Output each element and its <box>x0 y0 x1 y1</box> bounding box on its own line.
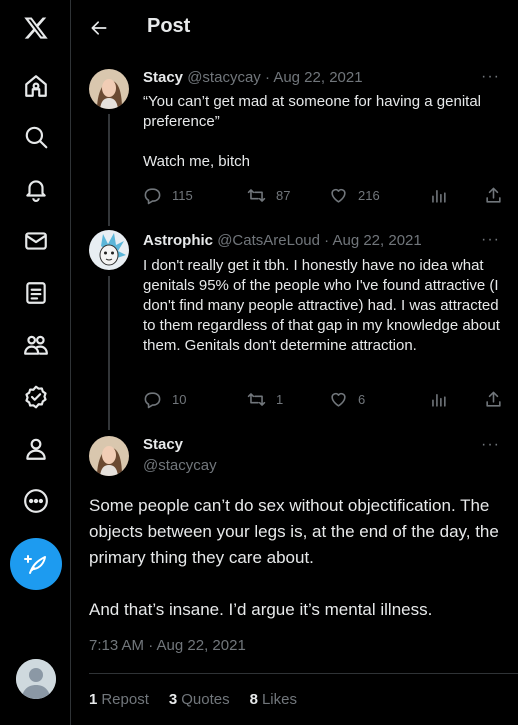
more-options-icon[interactable]: ··· <box>481 68 500 86</box>
heart-icon <box>331 392 346 407</box>
share-button[interactable] <box>484 186 513 205</box>
quotes-stat[interactable]: 3 Quotes <box>169 691 230 708</box>
author-name[interactable]: Astrophic <box>143 232 213 249</box>
author-handle[interactable]: @CatsAreLoud <box>217 232 320 249</box>
avatar[interactable] <box>89 230 129 270</box>
verified-icon[interactable] <box>16 377 56 417</box>
analytics-icon <box>432 189 446 203</box>
repost-button[interactable]: 87 <box>247 186 290 205</box>
analytics-icon <box>432 393 446 407</box>
repost-button[interactable]: 1 <box>247 390 283 409</box>
feather-plus-icon <box>24 555 46 574</box>
share-icon <box>486 391 501 407</box>
avatar[interactable] <box>89 436 129 476</box>
home-icon[interactable] <box>16 66 56 106</box>
reply-icon <box>144 188 161 205</box>
heart-icon <box>331 188 346 203</box>
more-icon[interactable] <box>16 481 56 521</box>
tweet-text: “You can’t get mad at someone for having… <box>143 93 481 170</box>
thread-line <box>108 276 110 430</box>
notifications-icon[interactable] <box>16 169 56 209</box>
views-button[interactable] <box>429 186 458 205</box>
tweet-header: Astrophic @CatsAreLoud · Aug 22, 2021 <box>143 232 422 249</box>
repost-icon <box>247 189 266 202</box>
tweet-date[interactable]: Aug 22, 2021 <box>273 69 362 86</box>
tweet-header: Stacy @stacycay · Aug 22, 2021 <box>143 69 363 86</box>
tweet-actions: 115 87 216 <box>143 186 502 206</box>
reposts-stat[interactable]: 1 Repost <box>89 691 149 708</box>
arrow-left-icon <box>91 21 107 35</box>
tweet-actions: 10 1 6 <box>143 390 502 410</box>
tweet-timestamp[interactable]: 7:13 AM · Aug 22, 2021 <box>89 637 246 654</box>
thread-line <box>108 114 110 226</box>
messages-icon[interactable] <box>16 221 56 261</box>
divider <box>89 673 518 674</box>
left-nav <box>0 0 71 725</box>
share-button[interactable] <box>484 390 513 409</box>
share-icon <box>486 187 501 203</box>
lists-icon[interactable] <box>16 273 56 313</box>
author-name[interactable]: Stacy <box>143 436 183 453</box>
tweet-text: Some people can’t do sex without objecti… <box>89 496 499 619</box>
x-logo-icon[interactable] <box>16 8 56 48</box>
likes-stat[interactable]: 8 Likes <box>250 691 297 708</box>
account-avatar[interactable] <box>16 659 56 699</box>
tweet-date[interactable]: Aug 22, 2021 <box>332 232 421 249</box>
more-options-icon[interactable]: ··· <box>481 436 500 454</box>
views-button[interactable] <box>429 390 458 409</box>
reply-button[interactable]: 10 <box>143 390 186 409</box>
like-button[interactable]: 216 <box>329 186 380 205</box>
page-header: Post <box>71 0 518 56</box>
back-button[interactable] <box>87 16 111 40</box>
reply-icon <box>144 392 161 409</box>
author-handle[interactable]: @stacycay <box>143 457 217 474</box>
compose-post-button[interactable] <box>10 538 62 590</box>
search-icon[interactable] <box>16 117 56 157</box>
author-handle[interactable]: @stacycay <box>187 69 261 86</box>
reply-button[interactable]: 115 <box>143 186 193 205</box>
page-title: Post <box>147 15 191 37</box>
repost-icon <box>247 393 266 406</box>
engagement-stats: 1 Repost 3 Quotes 8 Likes <box>89 691 297 708</box>
reply-tweet[interactable]: Astrophic @CatsAreLoud · Aug 22, 2021 ··… <box>71 226 518 430</box>
communities-icon[interactable] <box>16 325 56 365</box>
profile-icon[interactable] <box>16 429 56 469</box>
like-button[interactable]: 6 <box>329 390 365 409</box>
more-options-icon[interactable]: ··· <box>481 231 500 249</box>
avatar[interactable] <box>89 69 129 109</box>
reply-tweet[interactable]: Stacy @stacycay · Aug 22, 2021 ··· “You … <box>71 60 518 226</box>
author-name[interactable]: Stacy <box>143 69 183 86</box>
tweet-text: I don't really get it tbh. I honestly ha… <box>143 257 500 354</box>
